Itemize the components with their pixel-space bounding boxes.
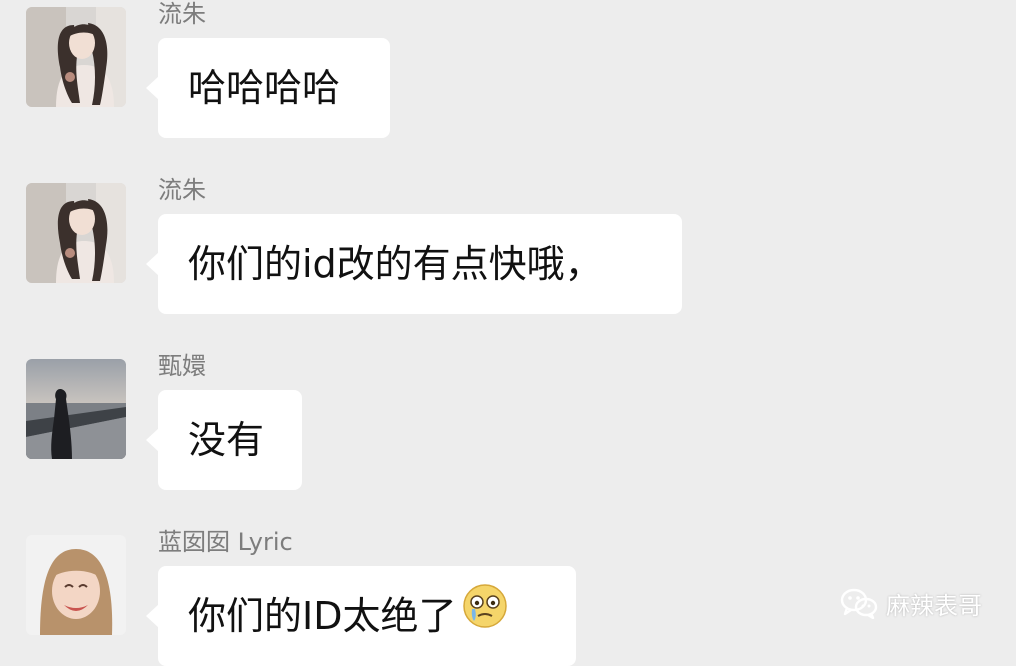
message-bubble[interactable]: 哈哈哈哈	[146, 38, 390, 138]
message-bubble[interactable]: 你们的id改的有点快哦，	[146, 214, 682, 314]
message-text: 没有	[188, 418, 265, 462]
message-text: 哈哈哈哈	[188, 66, 341, 110]
sender-name: 流朱	[158, 176, 206, 204]
message-text: 你们的ID太绝了	[188, 594, 457, 638]
message-bubble[interactable]: 没有	[146, 390, 302, 490]
avatar[interactable]	[26, 359, 126, 459]
sender-name: 流朱	[158, 0, 206, 28]
avatar[interactable]	[26, 7, 126, 107]
watermark-text: 麻辣表哥	[886, 591, 982, 620]
watermark: 麻辣表哥	[840, 586, 982, 620]
girl-portrait-icon	[26, 7, 126, 107]
avatar[interactable]	[26, 183, 126, 283]
seaside-silhouette-icon	[26, 359, 126, 459]
message-bubble[interactable]: 你们的ID太绝了	[146, 566, 576, 666]
sender-name: 甄嬛	[158, 352, 206, 380]
chat-area: 流朱 哈哈哈哈 流朱 你们的id改的有点快哦， 甄嬛 没有 蓝囡囡 Lyric …	[0, 0, 1016, 666]
smiling-girl-icon	[26, 535, 126, 635]
girl-portrait-icon	[26, 183, 126, 283]
sender-name: 蓝囡囡 Lyric	[158, 528, 293, 556]
tearful-emoji-icon	[462, 566, 508, 666]
wechat-icon	[840, 587, 878, 619]
avatar[interactable]	[26, 535, 126, 635]
message-text: 你们的id改的有点快哦，	[188, 242, 603, 286]
